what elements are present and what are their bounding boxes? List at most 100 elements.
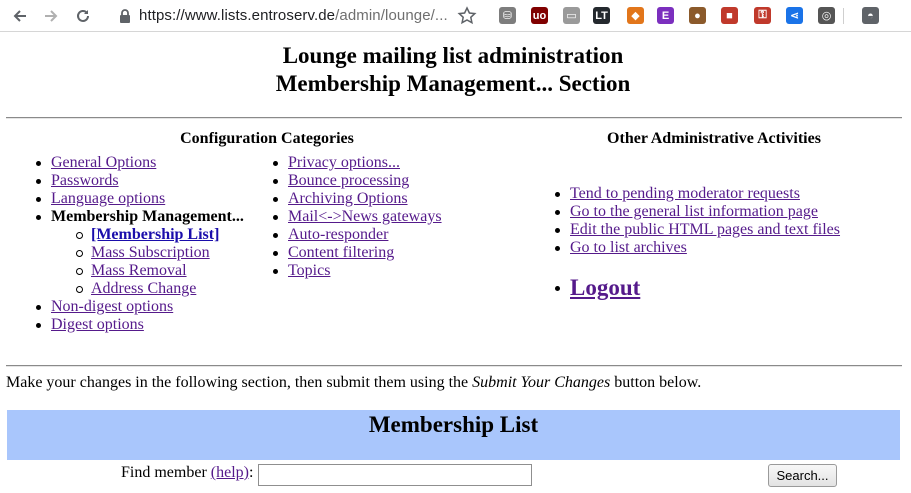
config-subitem-mass-subscription: Mass Subscription xyxy=(51,244,244,262)
bullet-icon xyxy=(36,161,41,166)
cookie-ext-icon[interactable]: ● xyxy=(689,7,706,24)
toolbar-divider xyxy=(843,8,844,24)
other-item-archives: Go to list archives xyxy=(555,239,840,257)
edit-html-pages-link[interactable]: Edit the public HTML pages and text file… xyxy=(570,221,840,238)
bullet-icon xyxy=(273,197,278,202)
ublock-ext-icon[interactable]: uo xyxy=(531,7,548,24)
config-item-language: Language options xyxy=(36,190,244,208)
back-button[interactable] xyxy=(9,5,31,27)
config-item-autoresponder: Auto-responder xyxy=(273,226,442,244)
config-subitem-address-change: Address Change xyxy=(51,280,244,298)
config-item-privacy: Privacy options... xyxy=(273,154,442,172)
reload-icon xyxy=(77,9,89,22)
forward-button[interactable] xyxy=(40,5,62,27)
logout-link[interactable]: Logout xyxy=(570,275,640,300)
back-arrow-icon xyxy=(13,10,26,22)
address-bar[interactable]: https://www.lists.entroserv.de/admin/lou… xyxy=(139,7,448,24)
bullet-icon xyxy=(36,197,41,202)
passwords-link[interactable]: Passwords xyxy=(51,172,119,189)
page-content: Lounge mailing list administration Membe… xyxy=(0,33,911,493)
topics-link[interactable]: Topics xyxy=(288,262,330,279)
config-item-general: General Options xyxy=(36,154,244,172)
instructions-emphasis: Submit Your Changes xyxy=(472,374,611,391)
languagetool-ext-icon[interactable]: LT xyxy=(593,7,610,24)
other-item-listinfo: Go to the general list information page xyxy=(555,203,840,221)
bullet-icon xyxy=(555,228,560,233)
url-path: /admin/lounge/... xyxy=(335,7,448,24)
digest-options-link[interactable]: Digest options xyxy=(51,316,144,333)
page-title: Lounge mailing list administration Membe… xyxy=(0,42,906,98)
config-item-membership: Membership Management... xyxy=(36,208,244,226)
circle-bullet-icon xyxy=(76,232,83,239)
bullet-icon xyxy=(555,286,560,291)
config-column-2: Privacy options... Bounce processing Arc… xyxy=(273,154,442,280)
config-item-bounce: Bounce processing xyxy=(273,172,442,190)
mail-news-gateways-link[interactable]: Mail<->News gateways xyxy=(288,208,442,225)
membership-list-heading: Membership List xyxy=(368,412,539,437)
bookmark-star-icon[interactable] xyxy=(457,6,477,26)
config-subitem-membership-list: [Membership List] xyxy=(51,226,244,244)
mass-subscription-link[interactable]: Mass Subscription xyxy=(91,244,210,261)
non-digest-options-link[interactable]: Non-digest options xyxy=(51,298,173,315)
stack-ext-icon[interactable]: ⛁ xyxy=(499,7,516,24)
general-list-info-link[interactable]: Go to the general list information page xyxy=(570,203,818,220)
config-item-archiving: Archiving Options xyxy=(273,190,442,208)
key-ext-icon[interactable]: ⚿ xyxy=(754,7,771,24)
instructions-before: Make your changes in the following secti… xyxy=(6,374,473,391)
find-member-text: Find member xyxy=(121,464,211,481)
find-member-input[interactable] xyxy=(258,464,532,486)
pending-moderator-requests-link[interactable]: Tend to pending moderator requests xyxy=(570,185,800,202)
archiving-options-link[interactable]: Archiving Options xyxy=(288,190,408,207)
bullet-icon xyxy=(273,233,278,238)
membership-management-current: Membership Management... xyxy=(51,208,244,225)
find-member-help-link[interactable]: (help) xyxy=(211,464,249,481)
config-categories-heading: Configuration Categories xyxy=(180,130,354,147)
privacy-options-link[interactable]: Privacy options... xyxy=(288,154,400,171)
bullet-icon xyxy=(273,251,278,256)
bullet-icon xyxy=(273,269,278,274)
bullet-icon xyxy=(273,179,278,184)
bullet-icon xyxy=(36,305,41,310)
list-archives-link[interactable]: Go to list archives xyxy=(570,239,687,256)
circle-bullet-icon xyxy=(76,268,83,275)
bullet-icon xyxy=(36,179,41,184)
bounce-processing-link[interactable]: Bounce processing xyxy=(288,172,409,189)
metamask-ext-icon[interactable]: ◆ xyxy=(627,7,644,24)
config-item-topics: Topics xyxy=(273,262,442,280)
page-title-line1: Lounge mailing list administration xyxy=(282,43,624,68)
page-ext-icon[interactable]: ▭ xyxy=(563,7,580,24)
other-activities-list: Tend to pending moderator requests Go to… xyxy=(555,185,840,302)
divider-top xyxy=(6,117,902,119)
auto-responder-link[interactable]: Auto-responder xyxy=(288,226,388,243)
bullet-icon xyxy=(36,215,41,220)
other-item-edit-html: Edit the public HTML pages and text file… xyxy=(555,221,840,239)
circle-bullet-icon xyxy=(76,250,83,257)
other-activities-heading: Other Administrative Activities xyxy=(607,130,821,147)
language-options-link[interactable]: Language options xyxy=(51,190,165,207)
record-ext-icon[interactable]: ■ xyxy=(721,7,738,24)
config-item-digest: Digest options xyxy=(36,316,244,334)
lock-icon xyxy=(120,9,130,23)
e-ext-icon[interactable]: E xyxy=(657,7,674,24)
bullet-icon xyxy=(273,161,278,166)
other-item-logout: Logout xyxy=(555,274,840,302)
share-ext-icon[interactable]: ⋖ xyxy=(786,7,803,24)
content-filtering-link[interactable]: Content filtering xyxy=(288,244,394,261)
browser-toolbar: https://www.lists.entroserv.de/admin/lou… xyxy=(0,0,911,32)
mass-removal-link[interactable]: Mass Removal xyxy=(91,262,187,279)
config-item-content-filtering: Content filtering xyxy=(273,244,442,262)
page-title-line2: Membership Management... Section xyxy=(275,71,631,96)
search-button[interactable]: Search... xyxy=(768,464,837,487)
film-ext-icon[interactable]: ◎ xyxy=(818,7,835,24)
membership-list-link[interactable]: [Membership List] xyxy=(91,226,219,243)
address-change-link[interactable]: Address Change xyxy=(91,280,196,297)
bullet-icon xyxy=(555,246,560,251)
config-item-gateways: Mail<->News gateways xyxy=(273,208,442,226)
url-host: https://www.lists.entroserv.de xyxy=(139,7,336,24)
circle-bullet-icon xyxy=(76,286,83,293)
general-options-link[interactable]: General Options xyxy=(51,154,156,171)
incognito-ext-icon[interactable]: ◓ xyxy=(862,7,879,24)
config-column-1: General Options Passwords Language optio… xyxy=(36,154,244,334)
reload-button[interactable] xyxy=(72,5,94,27)
forward-arrow-icon xyxy=(45,10,58,22)
